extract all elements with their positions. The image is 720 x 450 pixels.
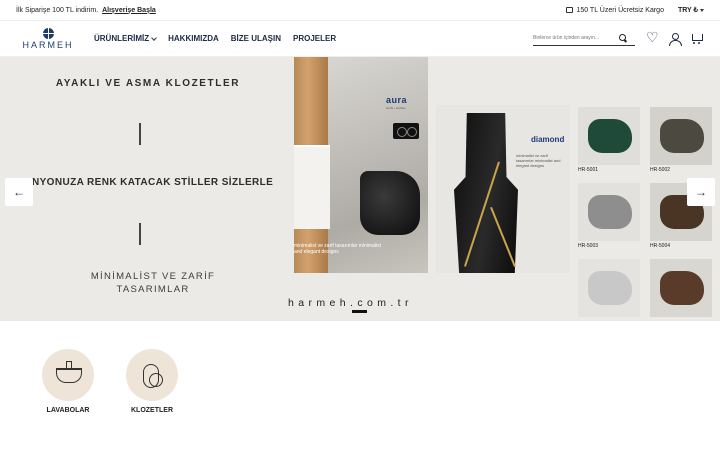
search-box xyxy=(533,32,635,46)
divider-line xyxy=(139,223,141,245)
favorites-heart-icon[interactable] xyxy=(646,29,659,46)
search-input[interactable] xyxy=(533,35,619,41)
category-toilets[interactable]: KLOZETLER xyxy=(112,349,192,414)
logo-text: HARMEH xyxy=(22,39,74,50)
aura-subtitle: seribi • seribes xyxy=(386,106,406,110)
variant-code: HR-5003 xyxy=(578,243,599,249)
flush-plate xyxy=(393,123,419,139)
truck-icon xyxy=(566,7,574,13)
start-shopping-link[interactable]: Alışverişe Başla xyxy=(102,7,156,14)
currency-selector[interactable]: TRY ₺ xyxy=(678,6,704,14)
variant-tile xyxy=(578,183,640,241)
currency-label: TRY ₺ xyxy=(677,7,698,14)
toilet-icon xyxy=(126,349,178,401)
diamond-product-image: diamond minimalist ve zarif tasarımlar m… xyxy=(436,105,570,273)
account-user-icon[interactable] xyxy=(669,33,682,46)
site-header: HARMEH ÜRÜNLERİMİZ HAKKIMIZDA BİZE ULAŞI… xyxy=(0,21,720,57)
toilet-bowl xyxy=(588,119,632,153)
nav-item-contact[interactable]: BİZE ULAŞIN xyxy=(231,34,281,43)
toilet-bowl xyxy=(660,119,704,153)
site-logo[interactable]: HARMEH xyxy=(18,27,78,50)
arrow-left-icon: ← xyxy=(13,185,25,199)
diamond-brand: diamond xyxy=(531,135,565,144)
cart-icon[interactable] xyxy=(691,33,703,44)
logo-mark-icon xyxy=(42,27,54,39)
main-nav: ÜRÜNLERİMİZ HAKKIMIZDA BİZE ULAŞIN PROJE… xyxy=(94,34,336,43)
hero-heading-main: BANYONUZA RENK KATACAK STİLLER SİZLERLE xyxy=(16,177,274,188)
vanity-cabinet xyxy=(294,145,330,229)
free-shipping-info: 150 TL Üzeri Ücretsiz Kargo xyxy=(566,7,664,14)
variant-tile xyxy=(578,259,640,317)
aura-product-image: aura seribi • seribes minimalist ve zari… xyxy=(294,57,428,273)
variant-code: HR-5002 xyxy=(650,167,671,173)
variant-code: HR-5001 xyxy=(578,167,599,173)
toilet-bowl xyxy=(660,271,704,305)
category-label: LAVABOLAR xyxy=(46,407,90,414)
sink-icon xyxy=(42,349,94,401)
diamond-text: minimalist ve zarif tasarımlar minimalis… xyxy=(516,153,561,168)
variant-code: HR-5004 xyxy=(650,243,671,249)
header-icons xyxy=(646,29,703,46)
toilet-bowl xyxy=(588,271,632,305)
variant-tile xyxy=(650,107,712,165)
marble-wall xyxy=(328,57,428,273)
hero-heading-top: AYAKLI VE ASMA KLOZETLER xyxy=(55,78,241,89)
variant-tile xyxy=(650,259,712,317)
wall-hung-toilet xyxy=(360,171,420,235)
aura-caption: minimalist ve zarif tasarımlar minimalis… xyxy=(294,243,381,255)
category-sinks[interactable]: LAVABOLAR xyxy=(28,349,108,414)
aura-brand: aura xyxy=(386,95,408,105)
caret-down-icon xyxy=(700,8,704,12)
nav-label: ÜRÜNLERİMİZ xyxy=(94,34,150,43)
nav-item-about[interactable]: HAKKIMIZDA xyxy=(168,34,219,43)
category-label: KLOZETLER xyxy=(131,407,173,414)
hero-text-panel: AYAKLI VE ASMA KLOZETLER BANYONUZA RENK … xyxy=(0,57,290,321)
website-url: harmeh.com.tr xyxy=(288,297,413,309)
chevron-down-icon xyxy=(151,34,157,41)
color-variants-grid: HR-5001 HR-5002 HR-5003 HR-5004 xyxy=(578,107,720,321)
arrow-right-icon: → xyxy=(695,185,707,199)
hero-slider: AYAKLI VE ASMA KLOZETLER BANYONUZA RENK … xyxy=(0,57,720,321)
free-shipping-text: 150 TL Üzeri Ücretsiz Kargo xyxy=(576,6,664,14)
nav-item-projects[interactable]: PROJELER xyxy=(293,34,336,43)
variant-tile xyxy=(578,107,640,165)
next-slide-button[interactable]: → xyxy=(687,178,715,206)
search-icon[interactable] xyxy=(619,34,627,42)
announcement-bar: İlk Siparişe 100 TL indirim. Alışverişe … xyxy=(0,0,720,21)
toilet-bowl xyxy=(588,195,632,229)
nav-item-products[interactable]: ÜRÜNLERİMİZ xyxy=(94,34,157,43)
slide-indicator[interactable] xyxy=(352,310,367,313)
hero-heading-bottom: MİNİMALİST VE ZARİF TASARIMLAR xyxy=(90,271,216,295)
previous-slide-button[interactable]: ← xyxy=(5,178,33,206)
divider-line xyxy=(139,123,141,145)
promo-text: İlk Siparişe 100 TL indirim. xyxy=(16,6,99,14)
